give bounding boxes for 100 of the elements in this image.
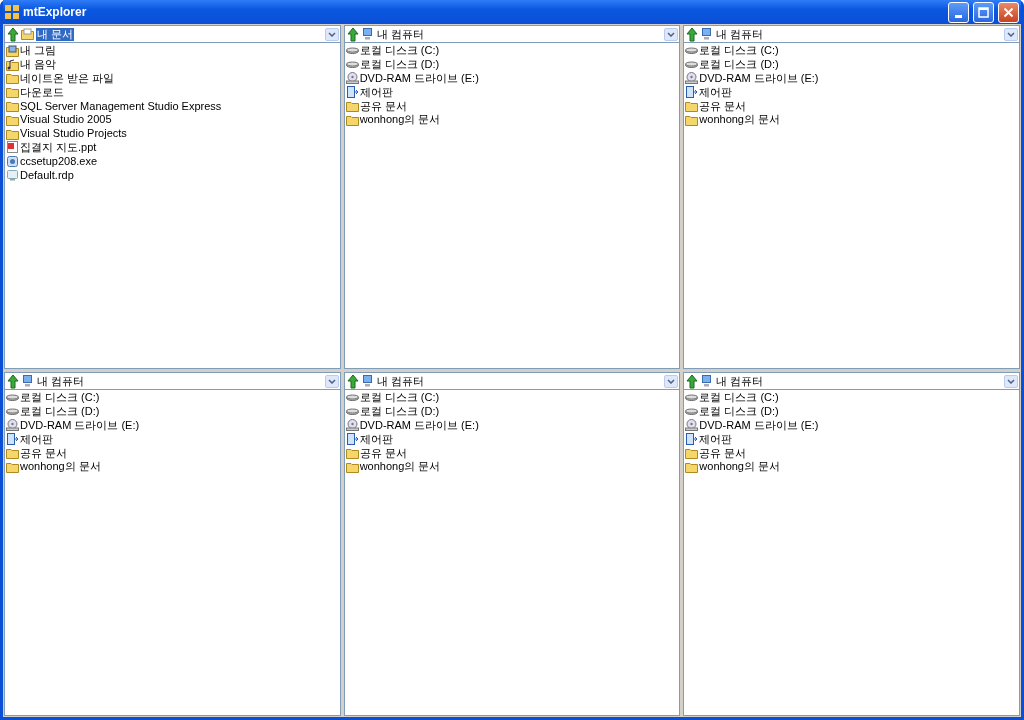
- maximize-button[interactable]: [973, 1, 994, 23]
- file-item[interactable]: 로컬 디스크 (D:): [699, 405, 779, 419]
- disk-drive-icon: [345, 58, 359, 71]
- file-item[interactable]: 로컬 디스크 (C:): [359, 44, 440, 58]
- file-item[interactable]: wonhong의 문서: [699, 113, 781, 127]
- file-item[interactable]: 로컬 디스크 (C:): [359, 391, 440, 405]
- folder-icon: [345, 100, 359, 113]
- disk-drive-icon: [345, 391, 359, 404]
- file-item[interactable]: DVD-RAM 드라이브 (E:): [359, 72, 479, 85]
- file-item[interactable]: Visual Studio Projects: [20, 127, 127, 141]
- file-item[interactable]: 로컬 디스크 (C:): [20, 391, 100, 405]
- folder-icon: [345, 113, 359, 126]
- dropdown-button[interactable]: [1004, 374, 1018, 388]
- app-icon: [5, 5, 19, 19]
- file-item[interactable]: wonhong의 문서: [359, 460, 441, 474]
- file-item[interactable]: 제어판: [699, 85, 733, 99]
- file-item[interactable]: 로컬 디스크 (C:): [699, 391, 779, 405]
- file-item[interactable]: 다운로드: [20, 85, 64, 99]
- optical-drive-icon: [685, 419, 699, 432]
- file-item[interactable]: 공유 문서: [359, 446, 407, 460]
- disk-drive-icon: [685, 44, 699, 57]
- location-dropdown[interactable]: 내 컴퓨터: [700, 26, 1018, 42]
- dropdown-button[interactable]: [664, 27, 679, 41]
- file-item[interactable]: wonhong의 문서: [359, 113, 441, 127]
- file-item[interactable]: 로컬 디스크 (D:): [359, 405, 440, 419]
- up-arrow-icon[interactable]: [6, 26, 20, 42]
- location-dropdown[interactable]: 내 컴퓨터: [360, 26, 679, 42]
- close-button[interactable]: [998, 1, 1019, 23]
- folder-icon: [685, 460, 699, 473]
- file-item[interactable]: wonhong의 문서: [699, 460, 781, 474]
- file-item[interactable]: 내 음악: [20, 58, 57, 72]
- optical-drive-icon: [345, 419, 359, 432]
- chevron-down-icon: [1007, 378, 1015, 384]
- location-dropdown[interactable]: 내 문서: [21, 26, 339, 42]
- up-arrow-icon[interactable]: [345, 373, 360, 389]
- folder-icon: [6, 86, 19, 99]
- file-item[interactable]: DVD-RAM 드라이브 (E:): [359, 419, 479, 432]
- file-item[interactable]: 제어판: [20, 432, 53, 446]
- folder-icon: [6, 460, 19, 473]
- file-item[interactable]: 집결지 지도.ppt: [20, 140, 97, 154]
- file-item[interactable]: 공유 문서: [20, 446, 68, 460]
- file-item[interactable]: 제어판: [359, 432, 393, 446]
- disk-drive-icon: [6, 391, 19, 404]
- file-item[interactable]: ccsetup208.exe: [20, 154, 98, 168]
- disk-drive-icon: [685, 58, 699, 71]
- picture-folder-icon: [6, 44, 19, 57]
- chevron-down-icon: [327, 378, 336, 384]
- computer-icon: [700, 28, 714, 40]
- up-arrow-icon[interactable]: [6, 373, 20, 389]
- optical-drive-icon: [6, 419, 19, 432]
- dropdown-button[interactable]: [324, 374, 339, 388]
- file-item[interactable]: 로컬 디스크 (D:): [359, 58, 440, 72]
- folder-icon: [6, 447, 19, 460]
- file-item[interactable]: 공유 문서: [699, 446, 747, 460]
- file-item[interactable]: SQL Server Management Studio Express: [20, 99, 222, 113]
- file-item[interactable]: 로컬 디스크 (D:): [20, 405, 100, 419]
- file-item[interactable]: 네이트온 받은 파일: [20, 72, 115, 85]
- computer-icon: [700, 375, 714, 387]
- close-icon: [1003, 6, 1014, 18]
- control-panel-icon: [685, 433, 699, 446]
- minimize-icon: [955, 14, 962, 18]
- control-panel-icon: [345, 433, 359, 446]
- folder-icon: [6, 113, 19, 126]
- window-title: mtExplorer: [23, 5, 88, 19]
- folder-icon: [6, 127, 19, 140]
- location-dropdown[interactable]: 내 컴퓨터: [21, 373, 339, 389]
- file-item[interactable]: 내 그림: [20, 44, 57, 58]
- file-item[interactable]: 제어판: [359, 85, 393, 99]
- file-item[interactable]: wonhong의 문서: [20, 460, 101, 474]
- computer-icon: [360, 375, 374, 387]
- dropdown-button[interactable]: [664, 374, 679, 388]
- file-item[interactable]: DVD-RAM 드라이브 (E:): [699, 419, 819, 432]
- location-dropdown[interactable]: 내 컴퓨터: [700, 373, 1018, 389]
- file-item[interactable]: Visual Studio 2005: [20, 113, 112, 127]
- file-item[interactable]: 로컬 디스크 (D:): [699, 58, 779, 72]
- dropdown-button[interactable]: [1004, 27, 1018, 41]
- file-item[interactable]: Default.rdp: [20, 168, 74, 182]
- computer-icon: [21, 375, 34, 387]
- up-arrow-icon[interactable]: [345, 26, 360, 42]
- file-item[interactable]: 제어판: [699, 432, 733, 446]
- music-folder-icon: [6, 58, 19, 71]
- folder-icon: [21, 28, 34, 40]
- dropdown-button[interactable]: [324, 27, 339, 41]
- file-item[interactable]: 로컬 디스크 (C:): [699, 44, 779, 58]
- disk-drive-icon: [685, 391, 699, 404]
- file-item[interactable]: DVD-RAM 드라이브 (E:): [699, 72, 819, 85]
- folder-icon: [6, 100, 19, 113]
- folder-icon: [345, 447, 359, 460]
- file-item[interactable]: 공유 문서: [359, 99, 407, 113]
- location-dropdown[interactable]: 내 컴퓨터: [360, 373, 679, 389]
- disk-drive-icon: [345, 44, 359, 57]
- control-panel-icon: [345, 86, 359, 99]
- chevron-down-icon: [1007, 31, 1015, 37]
- file-item[interactable]: DVD-RAM 드라이브 (E:): [20, 419, 140, 432]
- maximize-icon: [978, 6, 989, 18]
- minimize-button[interactable]: [948, 1, 969, 23]
- file-item[interactable]: 공유 문서: [699, 99, 747, 113]
- up-arrow-icon[interactable]: [685, 26, 700, 42]
- optical-drive-icon: [345, 72, 359, 85]
- up-arrow-icon[interactable]: [685, 373, 700, 389]
